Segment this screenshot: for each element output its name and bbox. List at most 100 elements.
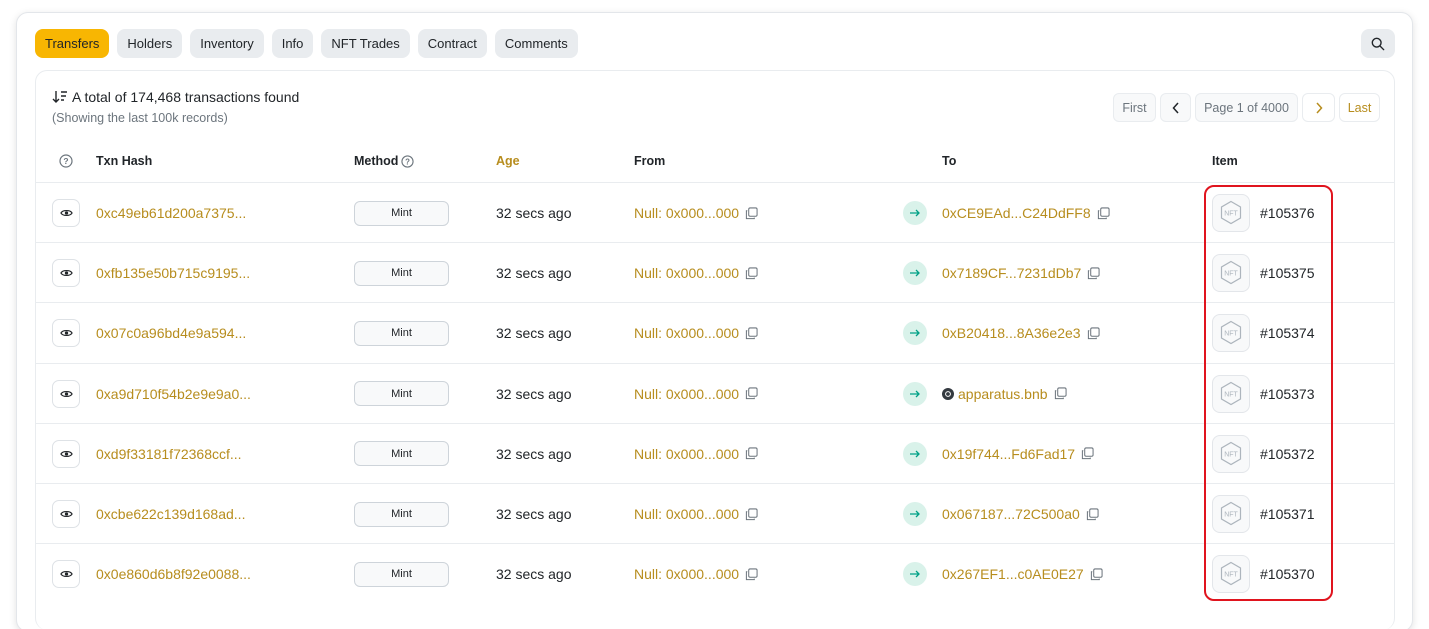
copy-from-button[interactable] bbox=[745, 267, 758, 280]
to-address-link[interactable]: 0xB20418...8A36e2e3 bbox=[942, 325, 1081, 341]
method-badge: Mint bbox=[354, 320, 449, 346]
tab-contract[interactable]: Contract bbox=[417, 29, 487, 58]
col-txn-hash: Txn Hash bbox=[96, 154, 153, 168]
view-details-button[interactable] bbox=[52, 199, 80, 227]
copy-icon bbox=[1087, 327, 1100, 340]
txn-hash-link[interactable]: 0x07c0a96bd4e9a594... bbox=[96, 325, 246, 341]
from-address-link[interactable]: Null: 0x000...000 bbox=[634, 566, 739, 582]
txn-hash-link[interactable]: 0xfb135e50b715c9195... bbox=[96, 265, 250, 281]
item-id[interactable]: #105372 bbox=[1260, 446, 1315, 462]
eye-icon bbox=[59, 270, 73, 277]
copy-to-button[interactable] bbox=[1087, 327, 1100, 340]
chevron-right-icon bbox=[1315, 101, 1323, 114]
nft-thumbnail[interactable]: NFT bbox=[1212, 314, 1250, 353]
copy-icon bbox=[1054, 387, 1067, 400]
nft-placeholder-icon: NFT bbox=[1220, 381, 1242, 405]
view-details-button[interactable] bbox=[52, 259, 80, 288]
copy-to-button[interactable] bbox=[1087, 267, 1100, 280]
txn-hash-link[interactable]: 0xa9d710f54b2e9e9a0... bbox=[96, 386, 251, 402]
copy-icon bbox=[745, 267, 758, 279]
age-text: 32 secs ago bbox=[496, 325, 572, 342]
copy-from-button[interactable] bbox=[745, 507, 758, 521]
method-badge: Mint bbox=[354, 501, 449, 527]
to-address-link[interactable]: 0x067187...72C500a0 bbox=[942, 506, 1080, 522]
to-address-link[interactable]: 0x267EF1...c0AE0E27 bbox=[942, 566, 1084, 582]
from-address-link[interactable]: Null: 0x000...000 bbox=[634, 386, 739, 402]
tab-bar: Transfers Holders Inventory Info NFT Trades C… bbox=[35, 29, 578, 58]
copy-icon bbox=[745, 206, 758, 219]
from-address-link[interactable]: Null: 0x000...000 bbox=[634, 265, 739, 281]
copy-from-button[interactable] bbox=[745, 447, 758, 460]
first-page-button[interactable]: First bbox=[1113, 93, 1156, 122]
copy-from-button[interactable] bbox=[745, 206, 758, 220]
svg-text:NFT: NFT bbox=[1224, 211, 1238, 218]
view-details-button[interactable] bbox=[52, 560, 80, 589]
txn-hash-link[interactable]: 0x0e860d6b8f92e0088... bbox=[96, 566, 251, 582]
prev-page-button[interactable] bbox=[1160, 93, 1191, 122]
age-text: 32 secs ago bbox=[496, 445, 572, 462]
copy-to-button[interactable] bbox=[1054, 387, 1067, 400]
tab-holders[interactable]: Holders bbox=[117, 29, 183, 58]
item-id[interactable]: #105371 bbox=[1260, 506, 1315, 522]
from-address-link[interactable]: Null: 0x000...000 bbox=[634, 446, 739, 462]
eye-icon bbox=[59, 209, 73, 217]
nft-thumbnail[interactable]: NFT bbox=[1212, 555, 1250, 594]
nft-placeholder-icon: NFT bbox=[1220, 260, 1242, 285]
copy-to-button[interactable] bbox=[1097, 206, 1110, 220]
copy-from-button[interactable] bbox=[745, 568, 758, 581]
to-address-link[interactable]: 0xCE9EAd...C24DdFF8 bbox=[942, 205, 1091, 221]
nft-thumbnail[interactable]: NFT bbox=[1212, 374, 1250, 413]
table-row: 0x07c0a96bd4e9a594... Mint 32 secs ago Null… bbox=[36, 303, 1394, 363]
nft-thumbnail[interactable]: NFT bbox=[1212, 254, 1250, 293]
item-id[interactable]: #105375 bbox=[1260, 265, 1315, 281]
item-id[interactable]: #105374 bbox=[1260, 325, 1315, 341]
item-id[interactable]: #105370 bbox=[1260, 566, 1315, 582]
from-address-link[interactable]: Null: 0x000...000 bbox=[634, 506, 739, 522]
txn-hash-link[interactable]: 0xc49eb61d200a7375... bbox=[96, 205, 246, 221]
age-text: 32 secs ago bbox=[496, 566, 572, 583]
nft-thumbnail[interactable]: NFT bbox=[1212, 434, 1250, 473]
question-circle-icon[interactable]: ? bbox=[401, 154, 415, 168]
table-row: 0xc49eb61d200a7375... Mint 32 secs ago Null… bbox=[36, 183, 1394, 243]
arrow-right-icon bbox=[903, 381, 927, 406]
col-from: From bbox=[634, 154, 666, 168]
to-address-link[interactable]: 0x7189CF...7231dDb7 bbox=[942, 265, 1081, 281]
copy-icon bbox=[1090, 568, 1103, 580]
nft-thumbnail[interactable]: NFT bbox=[1212, 495, 1250, 533]
col-age[interactable]: Age bbox=[496, 154, 520, 168]
view-details-button[interactable] bbox=[52, 379, 80, 408]
tab-comments[interactable]: Comments bbox=[494, 29, 578, 58]
from-address-link[interactable]: Null: 0x000...000 bbox=[634, 205, 739, 221]
help-icon-header[interactable]: ? bbox=[59, 154, 73, 171]
search-button[interactable] bbox=[1361, 29, 1395, 58]
view-details-button[interactable] bbox=[52, 500, 80, 528]
tab-transfers[interactable]: Transfers bbox=[35, 29, 110, 58]
pagination: First Page 1 of 4000 Last bbox=[1113, 93, 1380, 122]
copy-to-button[interactable] bbox=[1086, 507, 1099, 521]
item-id[interactable]: #105376 bbox=[1260, 205, 1315, 221]
copy-to-button[interactable] bbox=[1081, 447, 1094, 460]
to-address-link[interactable]: 0x19f744...Fd6Fad17 bbox=[942, 446, 1075, 462]
page-indicator: Page 1 of 4000 bbox=[1195, 93, 1298, 122]
summary-text: A total of 174,468 transactions found bbox=[72, 89, 300, 105]
svg-text:NFT: NFT bbox=[1224, 572, 1238, 579]
from-address-link[interactable]: Null: 0x000...000 bbox=[634, 325, 739, 341]
txn-hash-link[interactable]: 0xcbe622c139d168ad... bbox=[96, 506, 245, 522]
tab-nft-trades[interactable]: NFT Trades bbox=[321, 29, 410, 58]
tab-info[interactable]: Info bbox=[271, 29, 314, 58]
arrow-right-icon bbox=[903, 441, 927, 466]
view-details-button[interactable] bbox=[52, 439, 80, 468]
tab-inventory[interactable]: Inventory bbox=[190, 29, 264, 58]
copy-from-button[interactable] bbox=[745, 387, 758, 400]
nft-thumbnail[interactable]: NFT bbox=[1212, 194, 1250, 232]
txn-hash-link[interactable]: 0xd9f33181f72368ccf... bbox=[96, 446, 242, 462]
arrow-right-icon bbox=[903, 502, 927, 526]
last-page-button[interactable]: Last bbox=[1339, 93, 1380, 122]
view-details-button[interactable] bbox=[52, 319, 80, 348]
svg-text:?: ? bbox=[406, 157, 411, 166]
item-id[interactable]: #105373 bbox=[1260, 386, 1315, 402]
copy-from-button[interactable] bbox=[745, 327, 758, 340]
to-address-link[interactable]: apparatus.bnb bbox=[958, 386, 1048, 402]
next-page-button[interactable] bbox=[1302, 93, 1335, 122]
copy-to-button[interactable] bbox=[1090, 568, 1103, 581]
